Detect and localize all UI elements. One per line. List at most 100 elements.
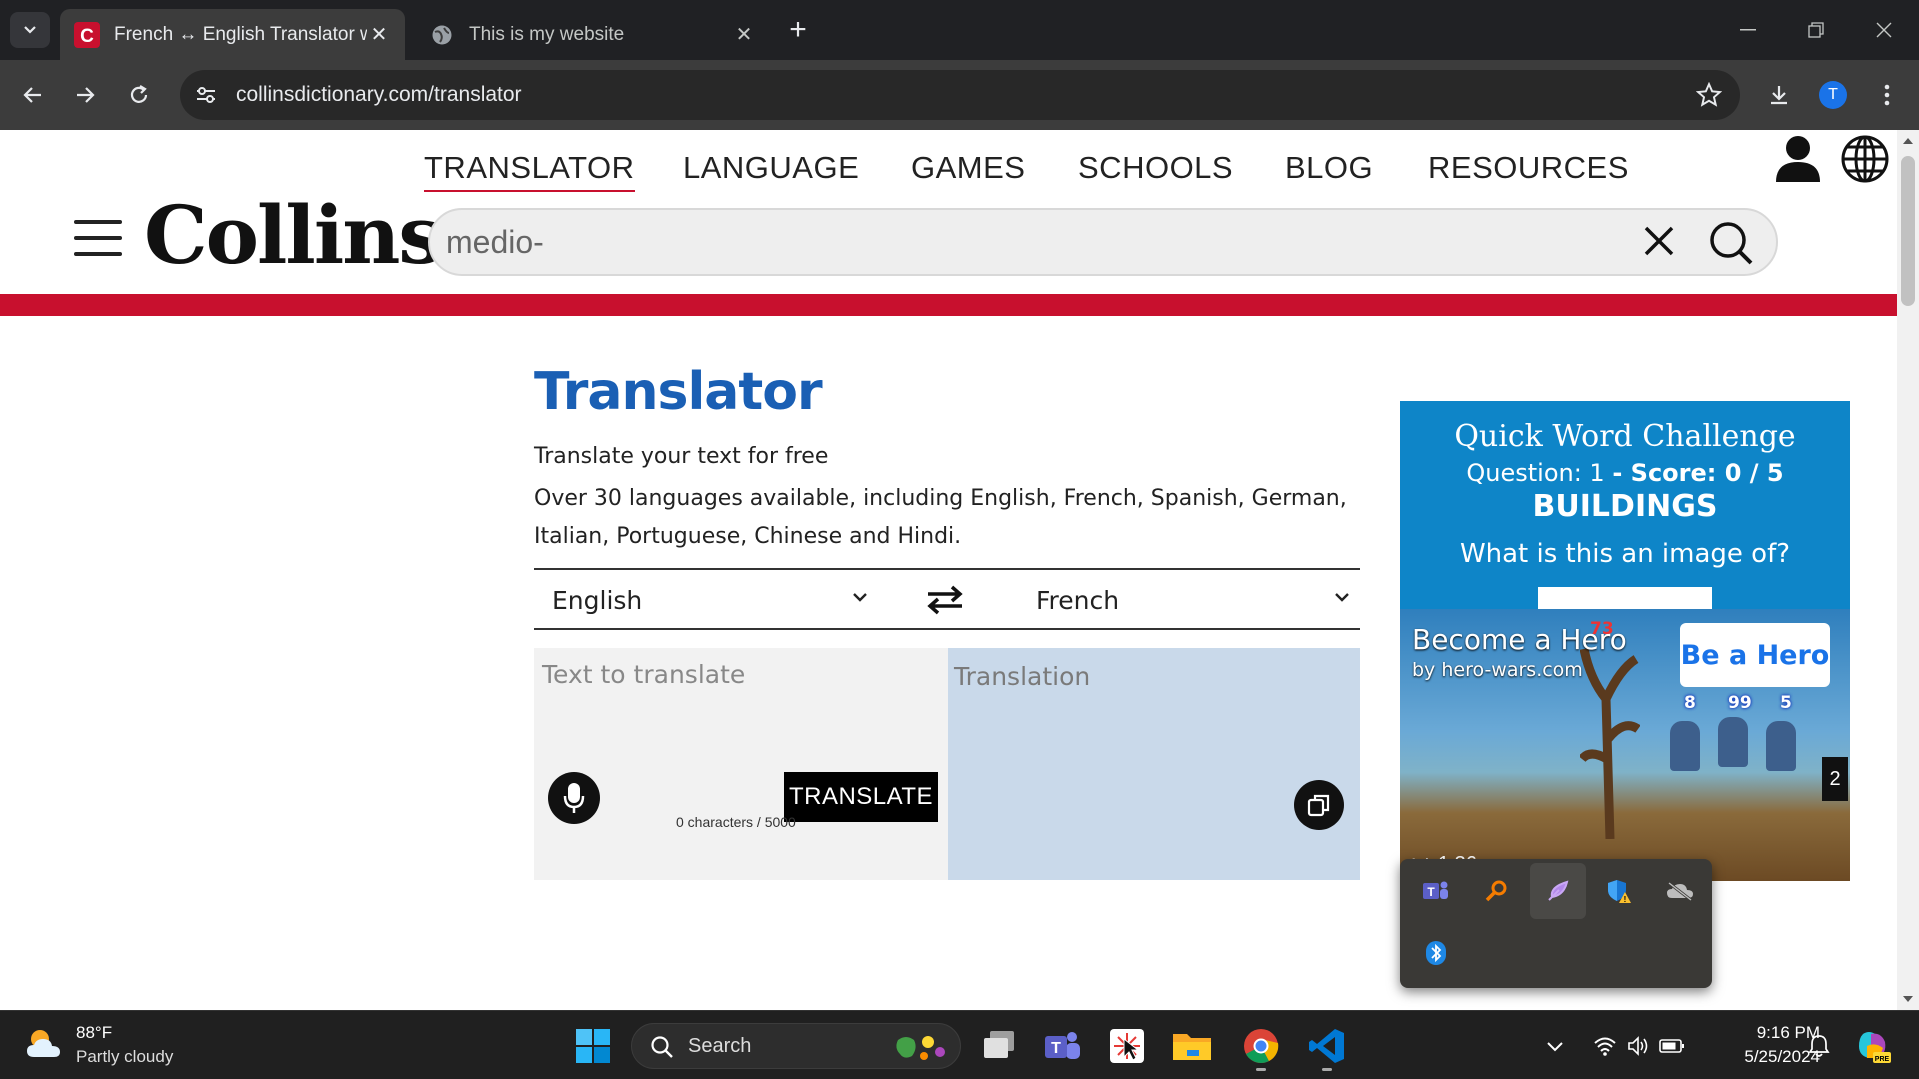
hamburger-menu-icon[interactable] bbox=[74, 220, 122, 256]
reload-icon[interactable] bbox=[118, 74, 160, 116]
magnifier-tool-icon[interactable] bbox=[1469, 863, 1525, 919]
windows-security-icon[interactable]: ! bbox=[1591, 863, 1647, 919]
search-icon bbox=[651, 1036, 673, 1058]
quiz-progress: Question: 1 - Score: 0 / 5 bbox=[1466, 459, 1784, 487]
hero-character bbox=[1766, 721, 1796, 771]
bluetooth-icon[interactable] bbox=[1408, 925, 1464, 981]
address-bar[interactable]: collinsdictionary.com/translator bbox=[180, 70, 1740, 120]
svg-text:T: T bbox=[1051, 1040, 1061, 1057]
site-settings-icon[interactable] bbox=[194, 83, 218, 112]
nav-language[interactable]: LANGUAGE bbox=[683, 150, 859, 186]
dictionary-search-bar[interactable]: medio- bbox=[428, 208, 1778, 276]
source-text-area[interactable]: Text to translate TRANSLATE 0 characters… bbox=[534, 648, 948, 880]
nav-resources[interactable]: RESOURCES bbox=[1428, 150, 1629, 186]
ad-number: 8 bbox=[1684, 693, 1696, 713]
quiz-score: Score: 0 / 5 bbox=[1630, 459, 1784, 487]
forward-arrow-icon[interactable] bbox=[64, 74, 106, 116]
more-menu-icon[interactable] bbox=[1866, 74, 1908, 116]
back-arrow-icon[interactable] bbox=[12, 74, 54, 116]
partly-cloudy-icon bbox=[27, 1030, 60, 1057]
vscode-icon[interactable] bbox=[1302, 1021, 1352, 1071]
file-explorer-icon[interactable] bbox=[1167, 1021, 1217, 1071]
onedrive-offline-icon[interactable] bbox=[1652, 863, 1708, 919]
translation-placeholder: Translation bbox=[954, 662, 1091, 691]
nav-schools[interactable]: SCHOOLS bbox=[1078, 150, 1233, 186]
svg-text:!: ! bbox=[1624, 895, 1627, 904]
download-icon[interactable] bbox=[1758, 74, 1800, 116]
chrome-taskbar-icon[interactable] bbox=[1236, 1021, 1286, 1071]
search-input[interactable]: medio- bbox=[446, 224, 544, 261]
ad-byline: by hero-wars.com bbox=[1412, 659, 1583, 681]
quiz-question-number: Question: 1 bbox=[1466, 459, 1605, 487]
notification-bell-icon[interactable] bbox=[1794, 1021, 1844, 1071]
svg-text:PRE: PRE bbox=[1875, 1056, 1890, 1063]
page-scrollbar[interactable] bbox=[1897, 130, 1919, 1010]
target-language-select[interactable]: French bbox=[1036, 586, 1119, 615]
ad-number: 5 bbox=[1780, 693, 1792, 713]
bookmark-star-icon[interactable] bbox=[1695, 81, 1723, 113]
url-text[interactable]: collinsdictionary.com/translator bbox=[236, 83, 522, 107]
globe-favicon-icon bbox=[429, 22, 455, 48]
translate-button[interactable]: TRANSLATE bbox=[784, 772, 938, 822]
start-button[interactable] bbox=[568, 1021, 618, 1071]
snipping-tool-icon[interactable] bbox=[1102, 1021, 1152, 1071]
restore-icon[interactable] bbox=[1788, 10, 1844, 50]
tab-collins-translator[interactable]: C French ↔ English Translator wit ✕ bbox=[60, 9, 405, 60]
translator-description: Over 30 languages available, including E… bbox=[534, 486, 1347, 549]
copilot-icon[interactable]: PRE bbox=[1848, 1021, 1898, 1071]
profile-avatar[interactable]: T bbox=[1812, 74, 1854, 116]
tab-title: French ↔ English Translator wit bbox=[114, 23, 367, 45]
chevron-down-icon[interactable] bbox=[852, 590, 868, 608]
nav-blog[interactable]: BLOG bbox=[1285, 150, 1373, 186]
new-tab-button[interactable]: + bbox=[780, 12, 816, 48]
taskbar-search-label: Search bbox=[688, 1035, 752, 1057]
scrollbar-thumb[interactable] bbox=[1901, 156, 1915, 306]
page-title: Translator bbox=[534, 362, 823, 422]
nav-translator[interactable]: TRANSLATOR bbox=[424, 150, 635, 192]
user-account-icon[interactable] bbox=[1774, 134, 1822, 189]
teams-taskbar-icon[interactable]: T bbox=[1038, 1021, 1088, 1071]
scroll-down-icon[interactable] bbox=[1903, 996, 1913, 1002]
swap-languages-icon[interactable] bbox=[926, 584, 964, 621]
be-a-hero-button[interactable]: Be a Hero bbox=[1680, 623, 1830, 687]
tab-my-website[interactable]: This is my website ✕ bbox=[415, 9, 770, 60]
language-globe-icon[interactable] bbox=[1840, 134, 1890, 189]
browser-toolbar: collinsdictionary.com/translator T bbox=[0, 60, 1919, 130]
quick-settings[interactable] bbox=[1584, 1021, 1694, 1071]
minimize-icon[interactable] bbox=[1720, 10, 1776, 50]
tab-close-icon[interactable]: ✕ bbox=[732, 22, 756, 47]
show-hidden-icons-chevron-icon[interactable] bbox=[1530, 1021, 1580, 1071]
teams-icon[interactable]: T bbox=[1408, 863, 1464, 919]
collins-logo[interactable]: Collins bbox=[144, 188, 443, 282]
chevron-down-icon[interactable] bbox=[1334, 590, 1350, 608]
weather-widget[interactable]: 88°F Partly cloudy bbox=[24, 1023, 173, 1068]
quiz-question: What is this an image of? bbox=[1459, 539, 1791, 569]
source-language-select[interactable]: English bbox=[552, 586, 642, 615]
task-view-icon[interactable] bbox=[974, 1021, 1024, 1071]
search-icon[interactable] bbox=[1708, 220, 1754, 271]
svg-text:T: T bbox=[1427, 885, 1435, 899]
translator-subtitle: Translate your text for free bbox=[534, 444, 829, 469]
translation-output-area: Translation bbox=[948, 648, 1360, 880]
tab-close-icon[interactable]: ✕ bbox=[367, 22, 391, 47]
quiz-title: Quick Word Challenge bbox=[1454, 419, 1796, 454]
hero-wars-ad[interactable]: Become a Hero by hero-wars.com 73 Be a H… bbox=[1400, 609, 1850, 881]
ad-count-badge: 2 bbox=[1822, 757, 1848, 801]
quiz-category: BUILDINGS bbox=[1532, 489, 1718, 524]
character-count: 0 characters / 5000 bbox=[676, 814, 796, 830]
weather-condition: Partly cloudy bbox=[76, 1047, 174, 1066]
taskbar-search-box[interactable]: Search bbox=[631, 1023, 961, 1069]
copy-icon[interactable] bbox=[1294, 780, 1344, 830]
tree-creature-icon bbox=[1580, 648, 1640, 839]
svg-text:C: C bbox=[80, 26, 94, 47]
system-tray-flyout: T ! bbox=[1400, 859, 1712, 988]
close-window-icon[interactable] bbox=[1856, 10, 1912, 50]
feather-app-icon[interactable] bbox=[1530, 863, 1586, 919]
scroll-up-icon[interactable] bbox=[1903, 138, 1913, 144]
nav-games[interactable]: GAMES bbox=[911, 150, 1025, 186]
tab-title: This is my website bbox=[469, 23, 625, 45]
microphone-icon[interactable] bbox=[548, 772, 600, 824]
tab-search-button[interactable] bbox=[10, 12, 50, 48]
clear-search-icon[interactable] bbox=[1640, 222, 1678, 265]
search-highlight-icon bbox=[896, 1036, 945, 1060]
